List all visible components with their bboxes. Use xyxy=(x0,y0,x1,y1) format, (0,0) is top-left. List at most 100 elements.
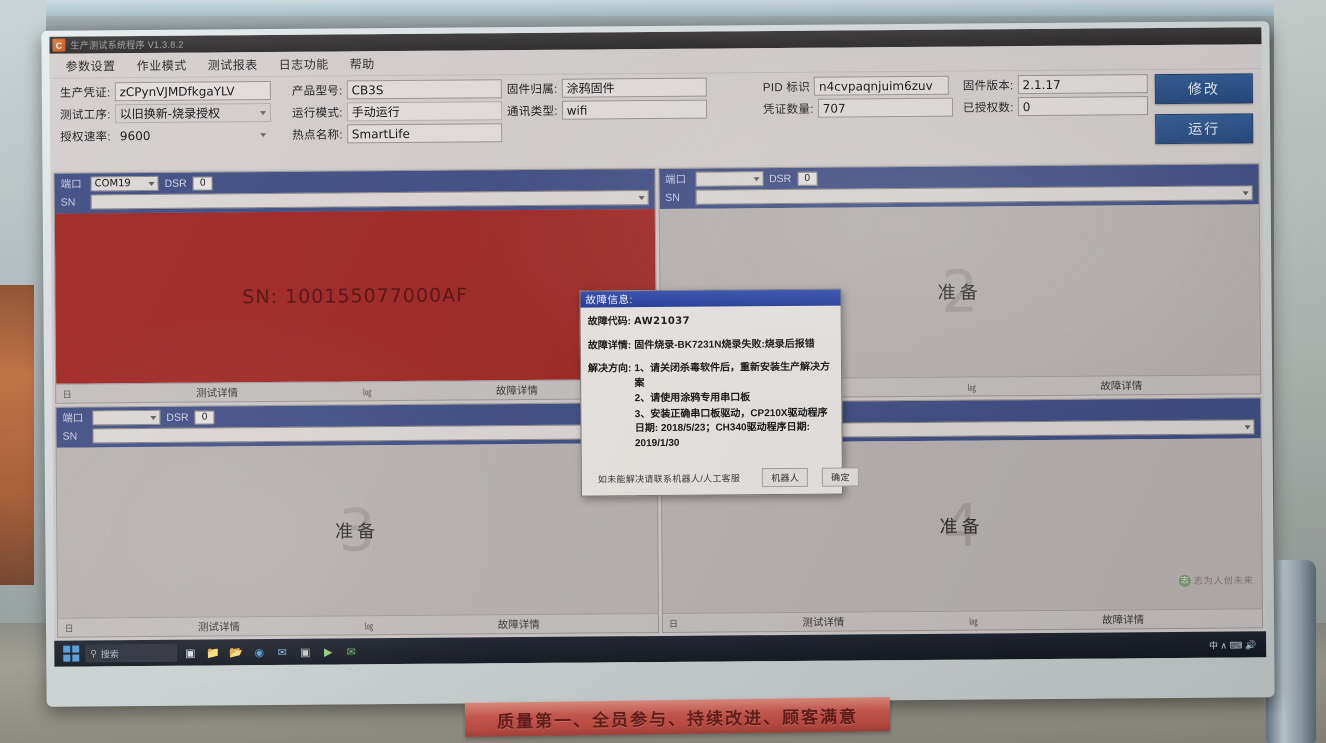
select-run-mode[interactable]: 手动运行 xyxy=(346,101,502,122)
label-product-model: 产品型号: xyxy=(291,84,343,98)
dialog-solution-label: 解决方向: xyxy=(587,363,632,375)
menu-item-reports[interactable]: 测试报表 xyxy=(200,53,266,77)
corp-watermark: 志 志为人创未来 xyxy=(1178,573,1254,587)
dialog-detail-row: 故障详情: 固件烧录-BK7231N烧录失败:烧录后报错 xyxy=(588,337,834,353)
station-3-port-row: 端口 DSR 0 xyxy=(62,406,650,426)
modify-button[interactable]: 修改 xyxy=(1154,73,1253,105)
dialog-robot-button[interactable]: 机器人 xyxy=(762,467,809,488)
station-1-sn-label: SN xyxy=(60,196,76,209)
field-product-model: 产品型号: CB3S xyxy=(292,79,502,100)
station-2-sn-input[interactable] xyxy=(695,185,1253,205)
station-3-test-detail-button[interactable]: 测试详情 xyxy=(80,618,358,635)
dialog-detail-value: 固件烧录-BK7231N烧录失败:烧录后报错 xyxy=(634,338,815,351)
field-pid-flag: PID 标识 n4cvpaqnjuim6zuv xyxy=(763,75,950,96)
chevron-down-icon xyxy=(148,181,155,186)
station-2-fault-detail-button[interactable]: 故障详情 xyxy=(982,377,1260,394)
select-run-mode-value: 手动运行 xyxy=(351,105,400,120)
station-1-test-detail-button[interactable]: 测试详情 xyxy=(78,384,356,401)
station-3-log-icon[interactable]: 日 xyxy=(58,621,80,634)
input-firmware-version[interactable]: 2.1.17 xyxy=(1017,74,1148,95)
menu-item-params[interactable]: 参数设置 xyxy=(58,54,124,78)
wall-blue-strip xyxy=(0,0,1326,16)
menu-item-workmode[interactable]: 作业模式 xyxy=(129,53,195,77)
station-1-log-icon[interactable]: 日 xyxy=(56,387,78,400)
station-3: 端口 DSR 0 SN 3 准备 日 测试详情 ㏒ 故障详情 xyxy=(55,402,659,638)
input-comm-type[interactable]: wifi xyxy=(561,99,707,120)
station-2-port-select[interactable] xyxy=(694,171,764,187)
run-button[interactable]: 运行 xyxy=(1155,113,1254,145)
station-1-sn-row: SN xyxy=(61,190,649,210)
chevron-down-icon xyxy=(753,176,760,181)
field-used-count: 已授权数: 0 xyxy=(962,96,1148,117)
station-4-fault-detail-button[interactable]: 故障详情 xyxy=(984,611,1262,628)
menu-item-logs[interactable]: 日志功能 xyxy=(271,52,337,76)
dialog-solution-step-1: 1、请关闭杀毒软件后，重新安装生产解决方案 xyxy=(634,361,830,389)
select-auth-baud[interactable]: 9600 xyxy=(115,125,271,145)
chevron-down-icon xyxy=(1242,190,1249,195)
station-1-port-value: COM19 xyxy=(94,178,131,190)
station-2-sn-label: SN xyxy=(665,191,680,204)
folder-icon[interactable]: 📂 xyxy=(226,642,246,662)
dialog-code-label: 故障代码: xyxy=(587,316,632,328)
dialog-footer: 如未能解决请联系机器人/人工客服 机器人 确定 xyxy=(582,466,859,496)
field-test-process: 测试工序: 以旧换新-烧录授权 xyxy=(60,103,271,124)
input-hotspot-name[interactable]: SmartLife xyxy=(346,123,502,144)
station-1-body: SN: 100155077000AF xyxy=(54,209,656,384)
label-test-process: 测试工序: xyxy=(59,108,111,122)
browser-icon[interactable]: ◉ xyxy=(249,642,269,662)
input-cert-count[interactable]: 707 xyxy=(817,97,953,118)
station-4-record-icon[interactable]: ㏒ xyxy=(962,614,984,627)
store-icon[interactable]: ▣ xyxy=(295,642,315,662)
station-1-dsr-label: DSR xyxy=(164,177,187,190)
file-explorer-icon[interactable]: 📁 xyxy=(203,642,223,662)
dialog-body: 故障代码: AW21037 故障详情: 固件烧录-BK7231N烧录失败:烧录后… xyxy=(581,306,842,468)
label-run-mode: 运行模式: xyxy=(291,106,343,120)
station-3-fault-detail-button[interactable]: 故障详情 xyxy=(380,616,658,633)
input-used-count[interactable]: 0 xyxy=(1017,96,1148,117)
dialog-detail-label: 故障详情: xyxy=(587,339,632,352)
station-1-port-label: 端口 xyxy=(60,178,82,191)
station-2-header: 端口 DSR 0 SN xyxy=(658,164,1259,209)
station-1-record-icon[interactable]: ㏒ xyxy=(356,385,378,398)
input-firmware-owner[interactable]: 涂鸦固件 xyxy=(561,77,707,98)
dialog-solution-step-2: 2、请使用涂鸦专用串口板 xyxy=(634,392,751,405)
search-icon: ⚲ xyxy=(90,647,97,658)
chat-icon[interactable]: ✉ xyxy=(341,641,361,661)
chevron-down-icon xyxy=(638,195,645,200)
dialog-code-row: 故障代码: AW21037 xyxy=(588,314,834,330)
chevron-down-icon xyxy=(150,415,157,420)
dialog-support-link[interactable]: 如未能解决请联系机器人/人工客服 xyxy=(590,469,748,487)
label-cert-count: 凭证数量: xyxy=(762,103,814,116)
station-3-record-icon[interactable]: ㏒ xyxy=(358,619,380,632)
label-hotspot-name: 热点名称: xyxy=(292,128,343,142)
system-tray[interactable]: 中 ∧ ⌨ 🔊 xyxy=(1209,638,1260,651)
monitor-screen: C 生产测试系统程序 V1.3.8.2 参数设置 作业模式 测试报表 日志功能 … xyxy=(49,27,1267,667)
media-icon[interactable]: ▶ xyxy=(318,642,338,662)
select-test-process[interactable]: 以旧换新-烧录授权 xyxy=(114,103,271,124)
field-run-mode: 运行模式: 手动运行 xyxy=(292,101,502,122)
menu-item-help[interactable]: 帮助 xyxy=(342,52,383,75)
station-1-sn-input[interactable] xyxy=(90,190,649,210)
label-auth-baud: 授权速率: xyxy=(60,130,111,144)
taskbar-search-box[interactable]: ⚲ 搜索 xyxy=(85,643,178,663)
station-3-dsr-value: 0 xyxy=(194,409,215,425)
station-1-port-select[interactable]: COM19 xyxy=(90,175,159,192)
station-3-body: 3 准备 xyxy=(56,443,658,618)
station-2-record-icon[interactable]: ㏒ xyxy=(960,380,982,393)
station-4-log-icon[interactable]: 日 xyxy=(662,616,684,629)
task-view-icon[interactable]: ▣ xyxy=(180,643,200,663)
dialog-solution-row: 解决方向: 1、请关闭杀毒软件后，重新安装生产解决方案 2、请使用涂鸦专用串口板… xyxy=(588,361,835,453)
station-3-sn-input[interactable] xyxy=(92,424,651,444)
input-product-model[interactable]: CB3S xyxy=(346,79,502,100)
start-button-icon[interactable] xyxy=(60,643,82,665)
label-used-count: 已授权数: xyxy=(962,101,1014,115)
input-production-cert[interactable]: zCPynVJMDfkgaYLV xyxy=(114,81,271,102)
station-4-test-detail-button[interactable]: 测试详情 xyxy=(684,613,962,630)
station-3-port-select[interactable] xyxy=(92,409,161,426)
mail-icon[interactable]: ✉ xyxy=(272,642,292,662)
input-pid-flag[interactable]: n4cvpaqnjuim6zuv xyxy=(813,75,950,96)
parameters-panel: 生产凭证: zCPynVJMDfkgaYLV 产品型号: CB3S 固件归属: … xyxy=(49,69,1263,171)
dialog-ok-button[interactable]: 确定 xyxy=(822,467,859,487)
station-3-sn-row: SN xyxy=(62,424,651,444)
wall-banner: 质量第一、全员参与、持续改进、顾客满意 xyxy=(464,697,891,737)
